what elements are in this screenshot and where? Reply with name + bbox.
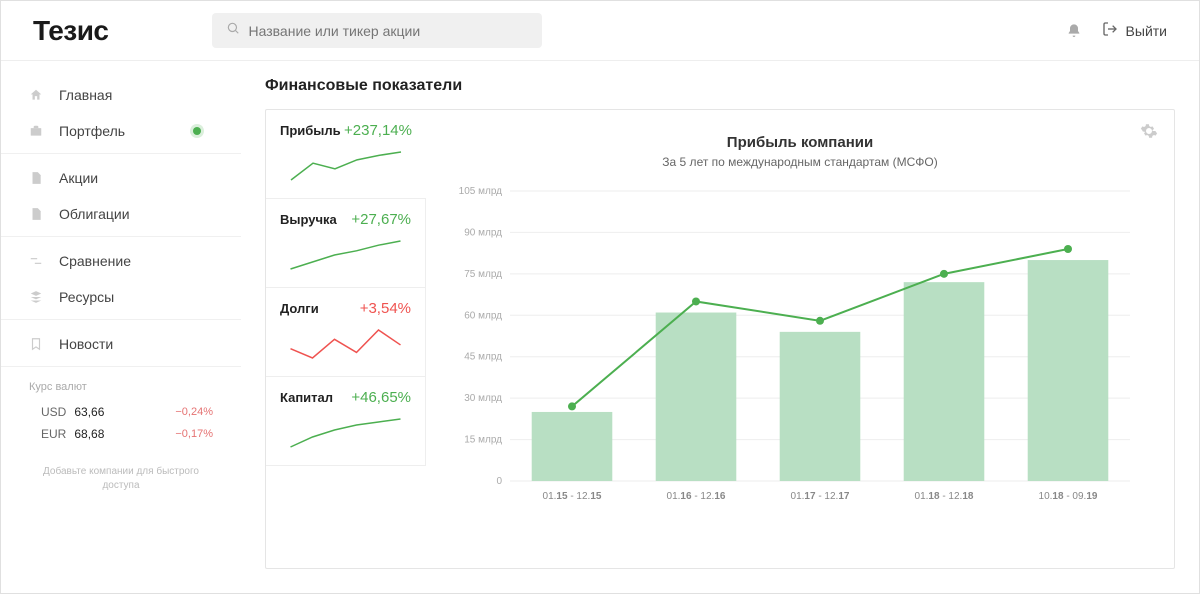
svg-text:01.18 - 12.18: 01.18 - 12.18 [915,491,974,502]
rate-code: EUR [41,427,66,441]
rate-value: 63,66 [74,405,104,419]
sidebar-item-home[interactable]: Главная [1,77,241,113]
page-title: Финансовые показатели [265,77,1175,95]
doc-icon [29,207,45,221]
rates-title: Курс валют [29,381,213,393]
metric-change: +27,67% [351,211,411,228]
search-icon [226,21,240,40]
svg-text:105 млрд: 105 млрд [459,186,503,197]
sidebar-item-label: Портфель [59,123,125,139]
bookmark-icon [29,337,45,351]
svg-text:45 млрд: 45 млрд [464,352,502,363]
svg-text:01.16 - 12.16: 01.16 - 12.16 [667,491,726,502]
status-dot [193,127,201,135]
sidebar-item-label: Облигации [59,206,130,222]
svg-text:15 млрд: 15 млрд [464,435,502,446]
chart-area: Прибыль компании За 5 лет по международн… [426,110,1174,568]
logout-button[interactable]: Выйти [1102,21,1167,40]
metric-card-profit[interactable]: Прибыль +237,14% [266,110,426,199]
chart-title: Прибыль компании [450,134,1150,151]
bell-icon[interactable] [1066,23,1082,39]
sidebar-item-resources[interactable]: Ресурсы [1,279,241,320]
metric-card-debt[interactable]: Долги +3,54% [266,288,426,377]
logout-icon [1102,21,1118,40]
rate-change: −0,24% [175,406,213,418]
logo: Тезис [33,15,108,47]
sidebar-item-portfolio[interactable]: Портфель [1,113,241,154]
chart-subtitle: За 5 лет по международным стандартам (МС… [450,155,1150,169]
main-content: Финансовые показатели Прибыль +237,14% В… [241,61,1199,593]
metric-card-revenue[interactable]: Выручка +27,67% [266,199,426,288]
svg-text:0: 0 [496,476,502,487]
metric-name: Капитал [280,390,333,405]
svg-text:30 млрд: 30 млрд [464,393,502,404]
rate-change: −0,17% [175,428,213,440]
metric-name: Долги [280,301,319,316]
home-icon [29,88,45,102]
metric-name: Выручка [280,212,337,227]
sidebar-item-bonds[interactable]: Облигации [1,196,241,237]
sparkline [280,412,411,452]
sidebar-item-label: Ресурсы [59,289,114,305]
svg-text:10.18 - 09.19: 10.18 - 09.19 [1039,491,1098,502]
doc-icon [29,171,45,185]
svg-text:90 млрд: 90 млрд [464,227,502,238]
rate-row: EUR 68,68 −0,17% [29,423,213,445]
header: Тезис Выйти [1,1,1199,61]
metric-change: +237,14% [344,122,412,139]
rate-row: USD 63,66 −0,24% [29,401,213,423]
rates-section: Курс валют USD 63,66 −0,24% EUR 68,68 −0… [1,373,241,453]
svg-text:75 млрд: 75 млрд [464,269,502,280]
sidebar-item-label: Главная [59,87,112,103]
metric-change: +46,65% [351,389,411,406]
sidebar-item-stocks[interactable]: Акции [1,160,241,196]
search-input[interactable] [248,23,528,39]
rate-code: USD [41,405,66,419]
logout-label: Выйти [1126,23,1167,39]
sidebar: Главная Портфель Акции Облигации Сравнен… [1,61,241,593]
metric-card-capital[interactable]: Капитал +46,65% [266,377,426,466]
sidebar-hint: Добавьте компании для быстрого доступа [1,453,241,505]
svg-text:60 млрд: 60 млрд [464,310,502,321]
search-box[interactable] [212,13,542,48]
compare-icon [29,254,45,268]
briefcase-icon [29,124,45,138]
resources-icon [29,290,45,304]
gear-icon[interactable] [1140,122,1158,145]
sidebar-item-label: Акции [59,170,98,186]
sparkline [280,145,412,185]
sparkline [280,323,411,363]
sidebar-item-label: Новости [59,336,113,352]
sidebar-item-news[interactable]: Новости [1,326,241,367]
sparkline [280,234,411,274]
metric-name: Прибыль [280,123,341,138]
rate-value: 68,68 [74,427,104,441]
sidebar-item-compare[interactable]: Сравнение [1,243,241,279]
main-chart: 0 15 млрд 30 млрд 45 млрд 60 млрд 75 млрд 90 м… [450,181,1150,521]
svg-text:01.17 - 12.17: 01.17 - 12.17 [791,491,850,502]
metric-list: Прибыль +237,14% Выручка +27,67% [266,110,426,568]
sidebar-item-label: Сравнение [59,253,131,269]
metrics-panel: Прибыль +237,14% Выручка +27,67% [265,109,1175,569]
svg-text:01.15 - 12.15: 01.15 - 12.15 [543,491,602,502]
metric-change: +3,54% [360,300,411,317]
